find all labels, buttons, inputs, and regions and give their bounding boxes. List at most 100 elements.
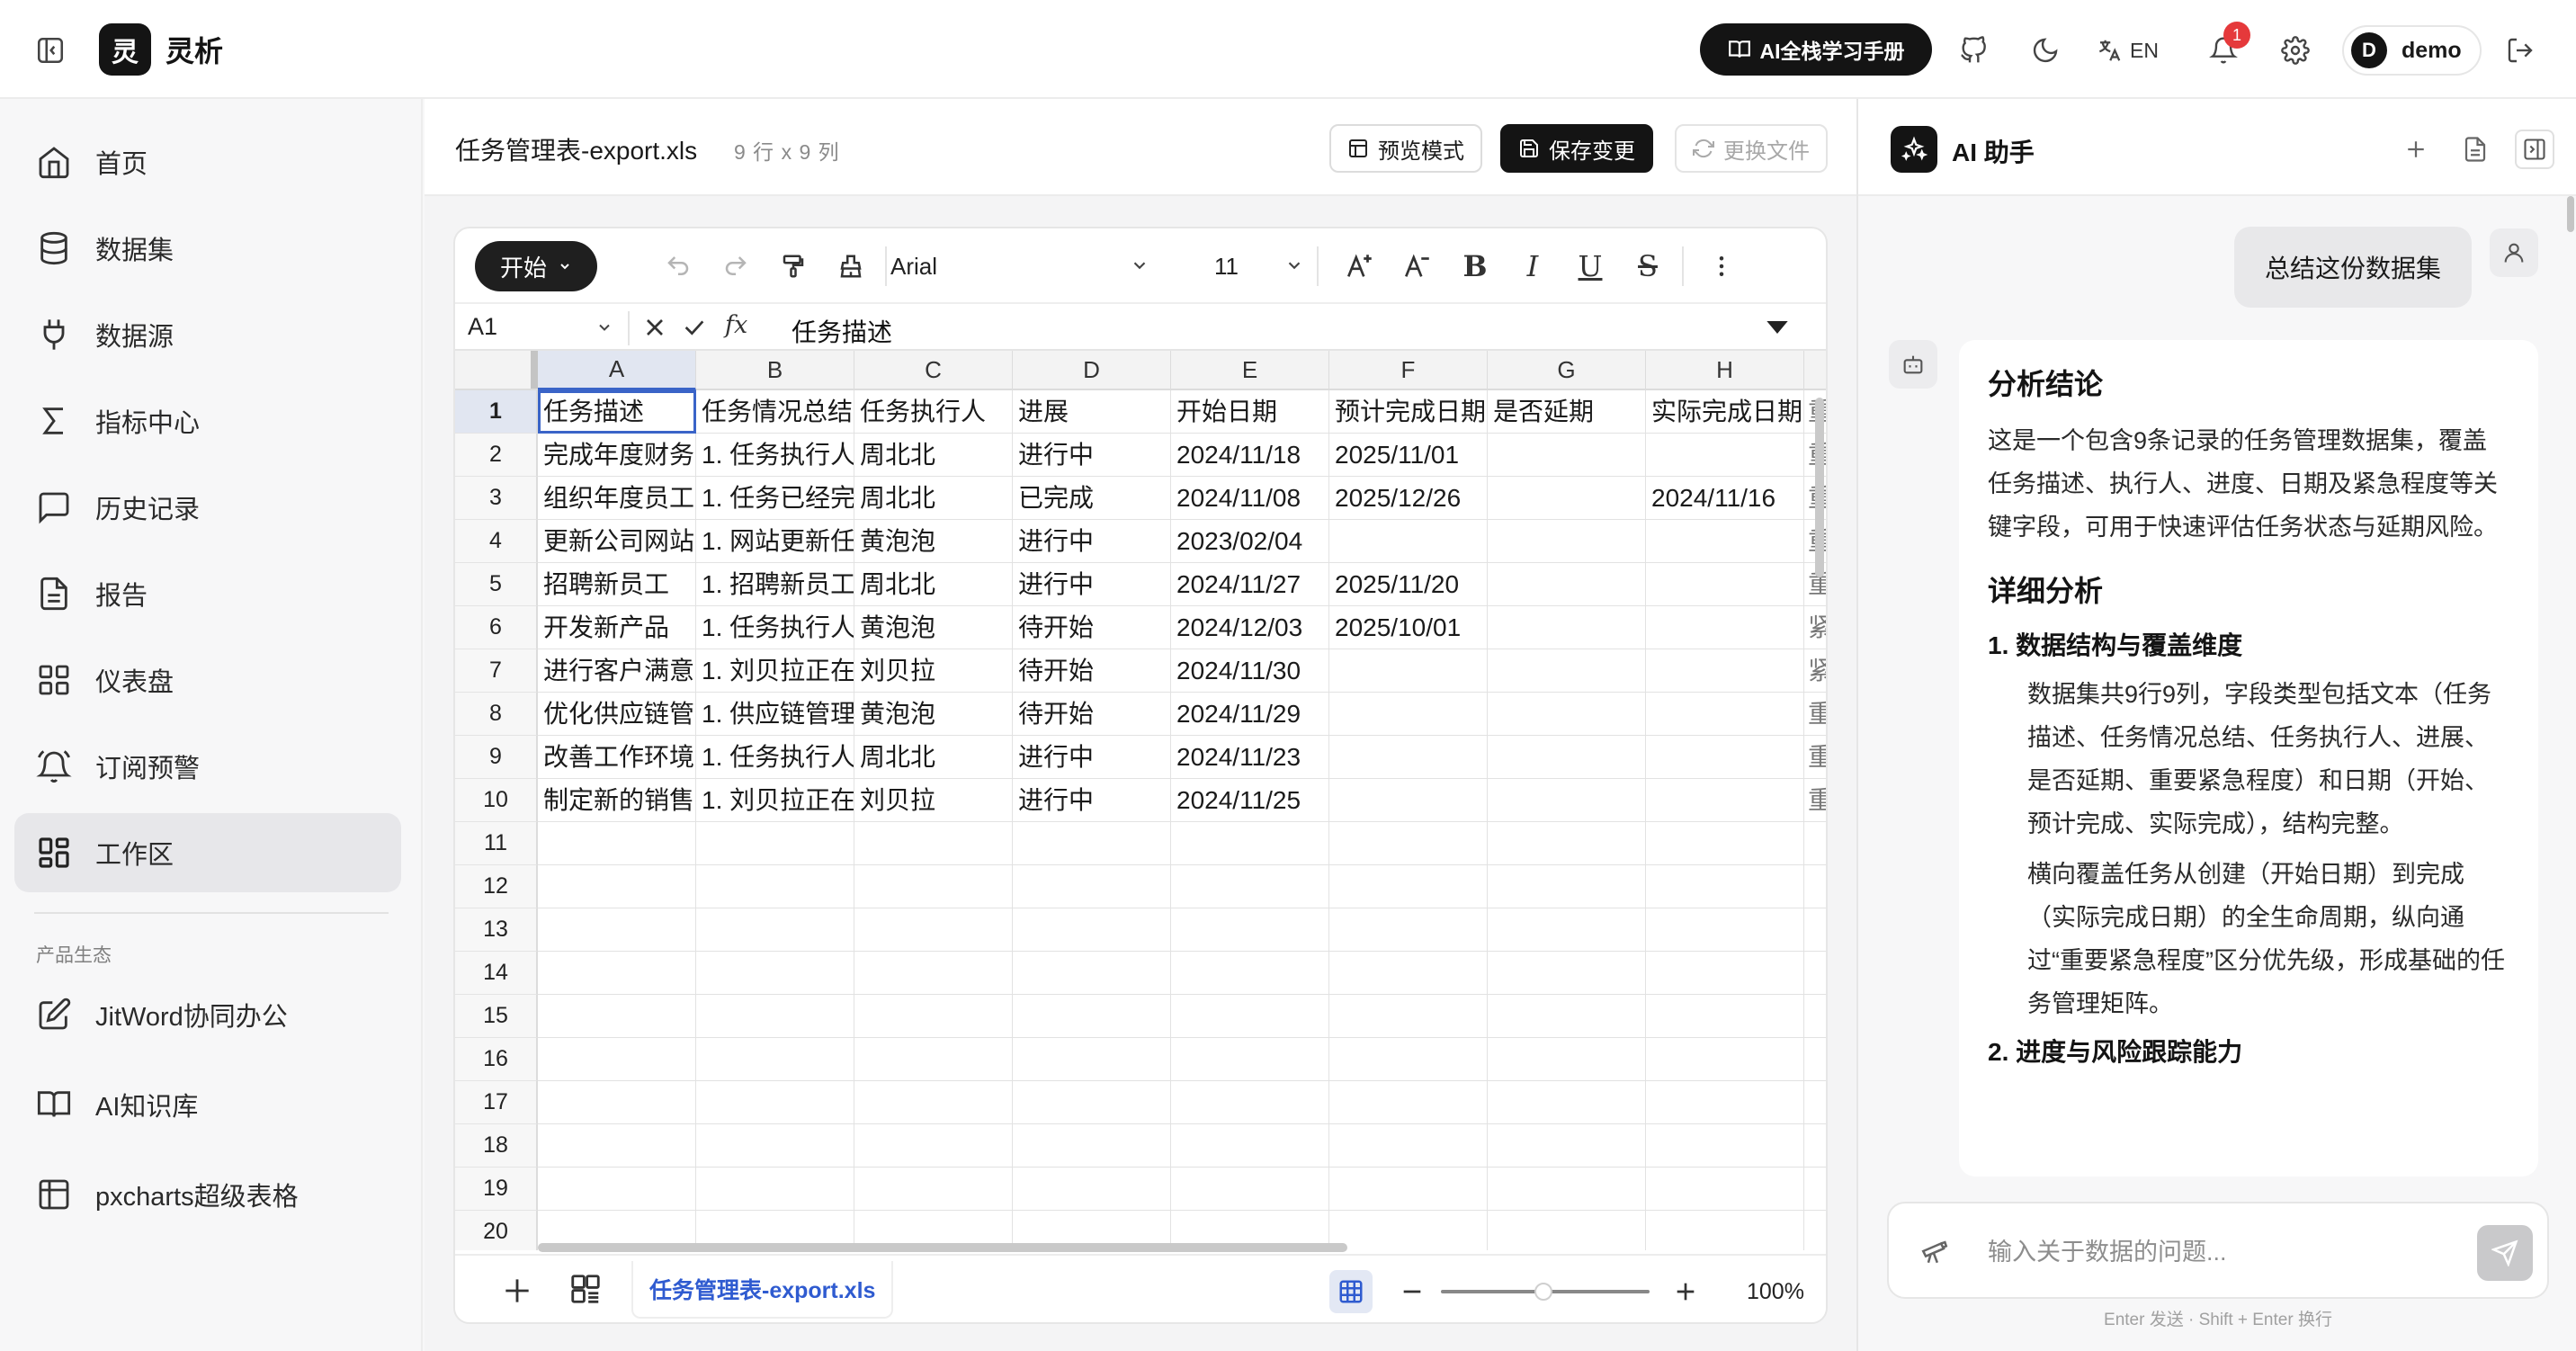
grid-cell[interactable] (1171, 952, 1329, 995)
grid-cell[interactable]: 1. 网站更新任 (696, 520, 854, 563)
close-icon[interactable] (640, 313, 669, 342)
chat-input[interactable] (1988, 1230, 2437, 1274)
grid-cell[interactable]: 1. 刘贝拉正在 (696, 649, 854, 693)
active-cell[interactable]: 任务描述 (538, 390, 696, 434)
row-header[interactable]: 5 (455, 563, 538, 606)
grid-cell[interactable] (854, 865, 1013, 908)
grid-cell[interactable] (696, 822, 854, 865)
document-icon[interactable] (2455, 130, 2495, 169)
row-header[interactable]: 9 (455, 736, 538, 779)
grid-cell[interactable] (1013, 1081, 1171, 1124)
row-header[interactable]: 4 (455, 520, 538, 563)
grid-cell[interactable] (538, 865, 696, 908)
cell-reference[interactable]: A1 (468, 313, 497, 341)
grid-cell[interactable]: 重 (1804, 736, 1826, 779)
row-header[interactable]: 7 (455, 649, 538, 693)
grid-cell[interactable] (854, 908, 1013, 952)
grid-cell[interactable]: 进行中 (1013, 736, 1171, 779)
grid-cell[interactable]: 周北北 (854, 563, 1013, 606)
logout-icon[interactable] (2499, 29, 2542, 72)
row-header[interactable]: 3 (455, 477, 538, 520)
chat-scrollbar[interactable] (2567, 196, 2574, 232)
grid-cell[interactable] (1488, 736, 1646, 779)
start-menu-button[interactable]: 开始 (475, 241, 597, 291)
grid-cell[interactable]: 完成年度财务 (538, 434, 696, 477)
grid-cell[interactable] (1013, 908, 1171, 952)
grid-cell[interactable]: 刘贝拉 (854, 779, 1013, 822)
grid-cell[interactable] (1646, 865, 1804, 908)
zoom-out-icon[interactable] (1398, 1277, 1427, 1306)
grid-cell[interactable] (1488, 649, 1646, 693)
grid-cell[interactable] (1171, 1081, 1329, 1124)
column-header[interactable]: H (1646, 351, 1804, 390)
underline-button[interactable]: U (1570, 246, 1610, 286)
grid-cell[interactable] (1804, 1211, 1826, 1250)
grid-cell[interactable] (538, 1168, 696, 1211)
sidebar-item-datasets[interactable]: 数据集 (14, 209, 401, 288)
row-header[interactable]: 10 (455, 779, 538, 822)
grid-cell[interactable]: 进行客户满意 (538, 649, 696, 693)
grid-cell[interactable] (1488, 434, 1646, 477)
grid-view-icon[interactable] (1329, 1270, 1373, 1313)
increase-font-icon[interactable] (1340, 246, 1380, 286)
grid-cell[interactable] (538, 822, 696, 865)
sheet-list-icon[interactable] (568, 1272, 603, 1306)
grid-cell[interactable]: 1. 招聘新员工 (696, 563, 854, 606)
grid-cell[interactable] (854, 1038, 1013, 1081)
grid-cell[interactable] (696, 995, 854, 1038)
format-painter-icon[interactable] (774, 246, 813, 286)
grid-cell[interactable] (1329, 995, 1488, 1038)
grid-cell[interactable]: 招聘新员工 (538, 563, 696, 606)
grid-cell[interactable] (1488, 1081, 1646, 1124)
grid-cell[interactable]: 1. 任务执行人 (696, 736, 854, 779)
grid-cell[interactable] (1488, 1038, 1646, 1081)
grid-cell[interactable] (696, 1168, 854, 1211)
gear-icon[interactable] (2274, 29, 2317, 72)
select-all-corner[interactable] (455, 351, 538, 390)
grid-cell[interactable] (1488, 995, 1646, 1038)
grid-cell[interactable]: 任务执行人 (854, 390, 1013, 434)
notification-button[interactable]: 1 (2202, 22, 2250, 72)
vertical-scrollbar[interactable] (1815, 398, 1824, 577)
grid-cell[interactable] (1804, 1081, 1826, 1124)
grid-cell[interactable] (1329, 736, 1488, 779)
row-header[interactable]: 11 (455, 822, 538, 865)
grid-cell[interactable] (1646, 736, 1804, 779)
grid-cell[interactable]: 2025/11/20 (1329, 563, 1488, 606)
grid-cell[interactable] (1171, 822, 1329, 865)
grid-cell[interactable] (1646, 649, 1804, 693)
grid-cell[interactable] (1329, 779, 1488, 822)
font-family-select[interactable]: Arial (880, 245, 1149, 288)
grid-cell[interactable]: 待开始 (1013, 606, 1171, 649)
grid-cell[interactable]: 2024/12/03 (1171, 606, 1329, 649)
row-header[interactable]: 18 (455, 1124, 538, 1168)
grid-cell[interactable]: 进行中 (1013, 563, 1171, 606)
grid-cell[interactable] (1329, 1038, 1488, 1081)
sidebar-item-home[interactable]: 首页 (14, 122, 401, 201)
collapse-panel-icon[interactable] (2515, 130, 2554, 169)
grid-cell[interactable] (1804, 865, 1826, 908)
grid-cell[interactable]: 2024/11/08 (1171, 477, 1329, 520)
row-header[interactable]: 1 (455, 390, 538, 434)
grid-cell[interactable] (1329, 693, 1488, 736)
check-icon[interactable] (680, 313, 709, 342)
grid-cell[interactable] (1329, 952, 1488, 995)
row-header[interactable]: 8 (455, 693, 538, 736)
grid-cell[interactable] (1646, 822, 1804, 865)
grid-cell[interactable] (538, 908, 696, 952)
sidebar-item-datasources[interactable]: 数据源 (14, 295, 401, 374)
grid-cell[interactable] (1013, 995, 1171, 1038)
grid-cell[interactable]: 制定新的销售 (538, 779, 696, 822)
grid-cell[interactable] (1646, 520, 1804, 563)
grid-cell[interactable] (1646, 563, 1804, 606)
clear-format-icon[interactable] (831, 246, 871, 286)
grid-cell[interactable] (1646, 1168, 1804, 1211)
grid-cell[interactable] (1646, 606, 1804, 649)
grid-cell[interactable]: 改善工作环境 (538, 736, 696, 779)
grid-cell[interactable] (1488, 865, 1646, 908)
grid-cell[interactable]: 2025/10/01 (1329, 606, 1488, 649)
grid-cell[interactable] (1488, 908, 1646, 952)
grid-cell[interactable] (1488, 1124, 1646, 1168)
italic-button[interactable]: I (1513, 246, 1552, 286)
sidebar-item-workspace[interactable]: 工作区 (14, 813, 401, 892)
